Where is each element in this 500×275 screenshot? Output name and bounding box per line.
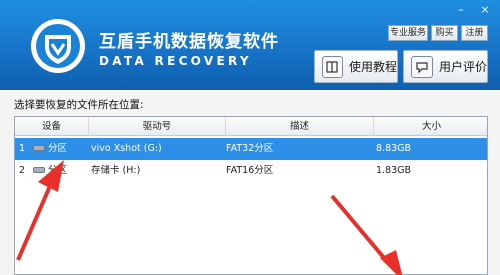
close-button[interactable]: × — [476, 3, 494, 17]
minimize-button[interactable]: – — [452, 3, 470, 17]
drive-cell: vivo Xshot (G:) — [91, 143, 162, 154]
drive-cell: 存储卡 (H:) — [91, 165, 141, 176]
column-header-description[interactable]: 描述 — [226, 117, 374, 136]
description-cell: FAT16分区 — [226, 165, 274, 176]
register-button[interactable]: 注册 — [461, 25, 488, 41]
user-review-label: 用户评价 — [438, 60, 487, 74]
size-cell: 8.83GB — [376, 143, 412, 154]
description-cell: FAT32分区 — [226, 143, 274, 154]
device-cell: 分区 — [33, 160, 67, 182]
device-cell: 分区 — [33, 138, 67, 160]
chat-bubble-icon — [411, 55, 433, 78]
pro-service-button[interactable]: 专业服务 — [388, 25, 428, 41]
device-table: 设备 驱动号 描述 大小 1 分区 vivo Xshot (G:) FAT32分… — [14, 116, 488, 275]
header-bar: 互盾手机数据恢复软件 DATA RECOVERY – × 专业服务 购买 注册 … — [0, 0, 500, 90]
location-prompt: 选择要恢复的文件所在位置: — [14, 99, 144, 111]
tutorial-label: 使用教程 — [348, 60, 397, 74]
book-icon — [322, 55, 343, 78]
column-header-drive[interactable]: 驱动号 — [89, 117, 226, 136]
row-index: 1 — [19, 143, 26, 154]
disk-icon — [33, 144, 45, 151]
column-header-size[interactable]: 大小 — [374, 117, 487, 136]
tutorial-button[interactable]: 使用教程 — [314, 50, 398, 83]
buy-button[interactable]: 购买 — [431, 25, 458, 41]
app-subtitle: DATA RECOVERY — [99, 54, 252, 68]
size-cell: 1.83GB — [376, 165, 412, 176]
row-index: 2 — [19, 165, 26, 176]
device-label: 分区 — [48, 143, 68, 154]
disk-icon — [33, 166, 45, 173]
app-title: 互盾手机数据恢复软件 — [99, 32, 279, 52]
device-label: 分区 — [48, 165, 68, 176]
table-row[interactable]: 2 分区 存储卡 (H:) FAT16分区 1.83GB — [15, 160, 487, 182]
column-header-device[interactable]: 设备 — [15, 117, 89, 136]
user-review-button[interactable]: 用户评价 — [403, 50, 488, 83]
shield-logo-icon — [31, 19, 85, 73]
table-row[interactable]: 1 分区 vivo Xshot (G:) FAT32分区 8.83GB — [15, 138, 487, 160]
table-header: 设备 驱动号 描述 大小 — [15, 117, 487, 136]
app-window: 互盾手机数据恢复软件 DATA RECOVERY – × 专业服务 购买 注册 … — [0, 0, 500, 275]
